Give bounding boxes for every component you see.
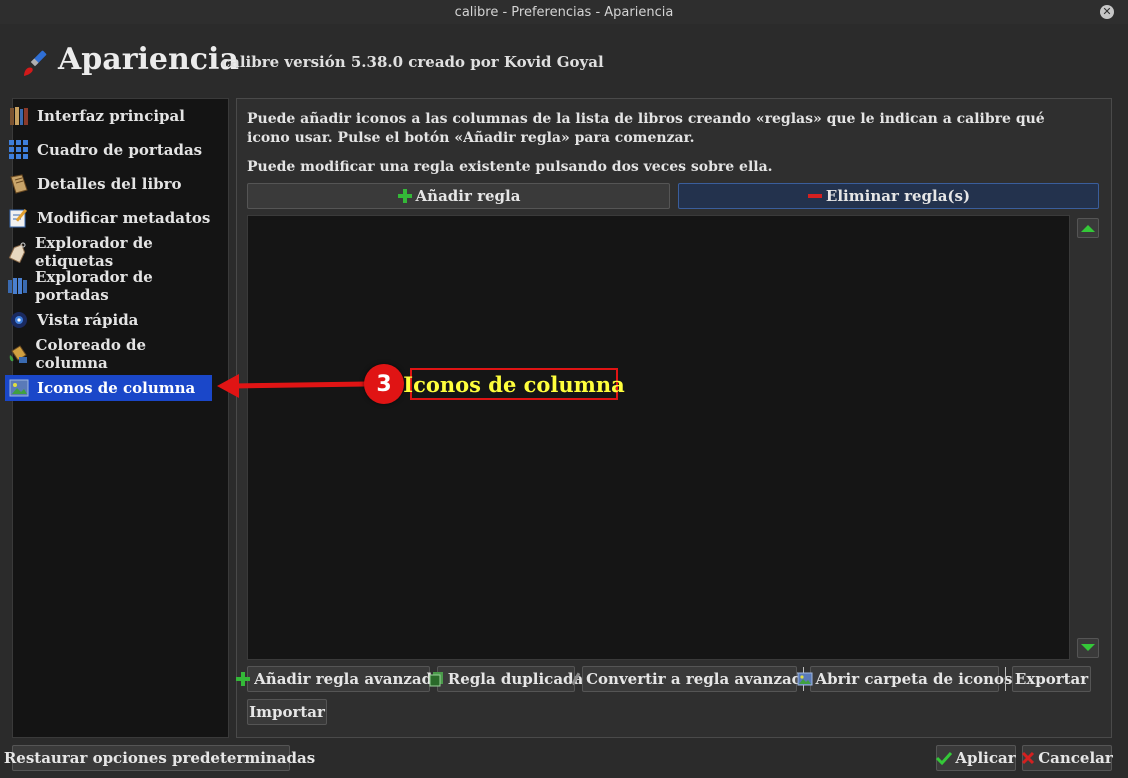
sidebar-item-explorador-de-etiquetas[interactable]: Explorador de etiquetas — [5, 234, 212, 270]
sidebar-item-label: Coloreado de columna — [35, 336, 147, 372]
remove-rules-button[interactable]: Eliminar regla(s) — [678, 183, 1099, 209]
move-down-button[interactable] — [1077, 638, 1099, 658]
close-icon[interactable]: ✕ — [1100, 5, 1114, 19]
add-advanced-rule-button[interactable]: Añadir regla avanzada — [236, 666, 442, 692]
sidebar-item-coloreado-de-columna[interactable]: Coloreado de columna — [5, 336, 212, 372]
arrow-down-icon — [1081, 644, 1095, 651]
annotation-arrow — [217, 374, 368, 398]
apply-label: Aplicar — [955, 749, 1016, 767]
minus-icon — [807, 188, 823, 204]
edit-icon — [7, 206, 31, 230]
description-text: Puede añadir iconos a las columnas de la… — [247, 111, 1045, 146]
rules-list[interactable] — [247, 215, 1070, 660]
remove-rules-label: Eliminar regla(s) — [825, 187, 971, 205]
import-label: Importar — [249, 703, 325, 721]
book-icon — [7, 172, 31, 196]
check-icon — [936, 750, 953, 766]
restore-defaults-label: Restaurar opciones predeterminadas — [3, 749, 316, 767]
sidebar-item-label: Explorador de etiquetas — [35, 234, 153, 270]
image-folder-icon — [797, 671, 813, 687]
paintbrush-icon — [24, 50, 47, 76]
cancel-label: Cancelar — [1038, 749, 1113, 767]
window-title: calibre - Preferencias - Apariencia — [454, 4, 674, 20]
sidebar-item-cuadro-de-portadas[interactable]: Cuadro de portadas — [5, 137, 212, 163]
import-button[interactable]: Importar — [247, 699, 327, 725]
description-text-edit: Puede modificar una regla existente puls… — [247, 159, 773, 175]
sidebar-item-detalles-del-libro[interactable]: Detalles del libro — [5, 171, 212, 197]
page-title: Apariencia — [58, 42, 239, 77]
plus-icon — [235, 671, 251, 687]
paint-bucket-icon — [7, 342, 30, 366]
sidebar-item-interfaz-principal[interactable]: Interfaz principal — [5, 103, 212, 129]
plus-icon — [397, 188, 413, 204]
cover-browser-icon — [7, 274, 29, 298]
x-icon — [1021, 751, 1035, 765]
grid-icon — [7, 138, 31, 162]
sidebar-item-explorador-de-portadas[interactable]: Explorador de portadas — [5, 268, 212, 304]
sidebar-item-label: Interfaz principal — [37, 107, 185, 125]
sidebar-item-label: Modificar metadatos — [37, 209, 211, 227]
export-label: Exportar — [1014, 670, 1089, 688]
sidebar-item-label: Cuadro de portadas — [37, 141, 203, 159]
close-icon — [0, 751, 1, 765]
add-rule-label: Añadir regla — [415, 187, 521, 205]
add-advanced-rule-label: Añadir regla avanzada — [254, 670, 442, 688]
add-rule-button[interactable]: Añadir regla — [247, 183, 670, 209]
copy-icon — [429, 671, 445, 687]
open-icon-folder-button[interactable]: Abrir carpeta de iconos — [797, 666, 1012, 692]
convert-advanced-button[interactable]: Convertir a regla avanzada — [570, 666, 812, 692]
sidebar-item-label: Iconos de columna — [37, 379, 196, 397]
export-button[interactable]: Exportar — [1012, 666, 1091, 692]
convert-advanced-label: Convertir a regla avanzada — [586, 670, 812, 688]
move-up-button[interactable] — [1077, 218, 1099, 238]
cancel-button[interactable]: Cancelar — [1021, 745, 1113, 771]
quickview-icon — [7, 308, 31, 332]
column-icons-icon — [7, 376, 31, 400]
separator — [1005, 667, 1006, 691]
sidebar-item-modificar-metadatos[interactable]: Modificar metadatos — [5, 205, 212, 231]
page-header: Apariencia calibre versión 5.38.0 creado… — [0, 24, 1128, 96]
books-icon — [7, 104, 31, 128]
arrow-up-icon — [1081, 225, 1095, 232]
annotation-step-badge: 3 — [364, 364, 404, 404]
tag-icon — [7, 240, 29, 264]
sidebar-item-label: Detalles del libro — [37, 175, 182, 193]
sidebar-item-vista-rapida[interactable]: Vista rápida — [5, 307, 212, 333]
duplicate-rule-button[interactable]: Regla duplicada — [429, 666, 583, 692]
sidebar-item-label: Explorador de portadas — [35, 268, 153, 304]
apply-button[interactable]: Aplicar — [936, 745, 1016, 771]
version-info: calibre versión 5.38.0 creado por Kovid … — [221, 53, 604, 71]
restore-defaults-button[interactable]: Restaurar opciones predeterminadas — [4, 745, 315, 771]
open-icon-folder-label: Abrir carpeta de iconos — [815, 670, 1013, 688]
pen-icon — [567, 671, 583, 687]
duplicate-rule-label: Regla duplicada — [447, 670, 584, 688]
annotation-label: Iconos de columna — [403, 368, 625, 400]
sidebar-item-iconos-de-columna[interactable]: Iconos de columna — [5, 375, 212, 401]
sidebar-item-label: Vista rápida — [37, 311, 139, 329]
window-titlebar: calibre - Preferencias - Apariencia ✕ — [0, 0, 1128, 24]
